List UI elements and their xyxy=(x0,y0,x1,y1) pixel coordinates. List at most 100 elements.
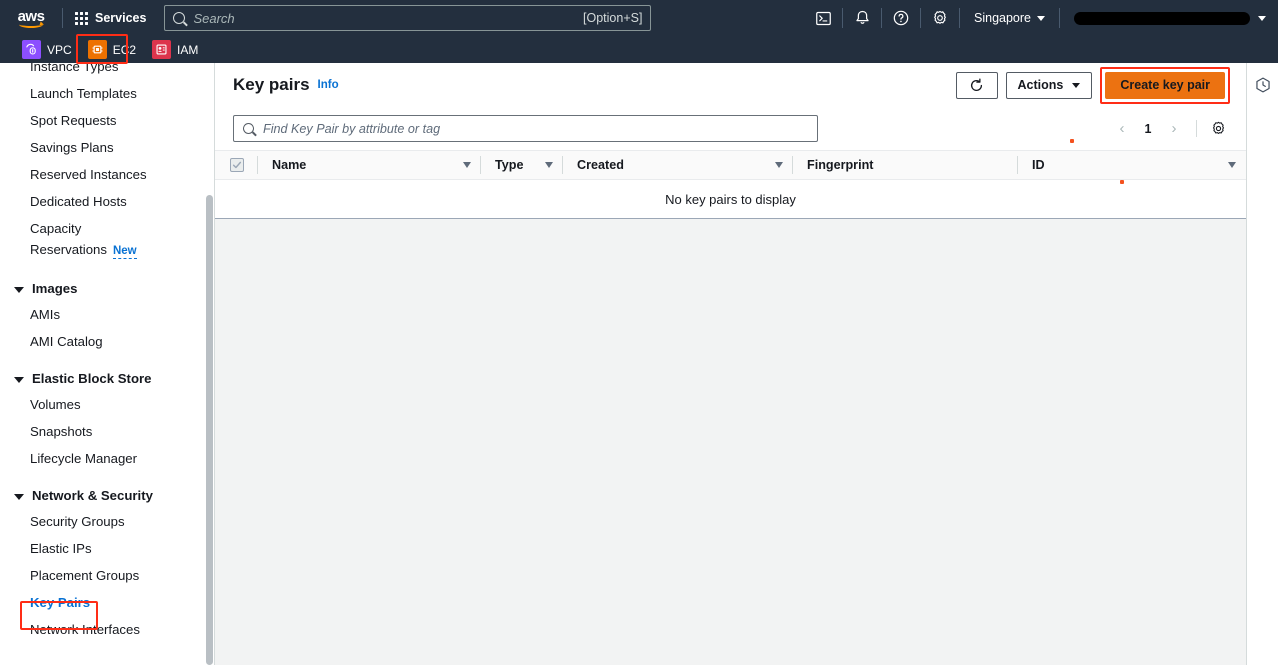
panel-header-actions: Actions Create key pair xyxy=(955,66,1230,104)
table-header-name[interactable]: Name xyxy=(258,150,481,180)
create-key-pair-annotation-box: Create key pair xyxy=(1100,66,1230,104)
ec2-sidebar-navigation: Instance Types Launch Templates Spot Req… xyxy=(0,63,204,665)
global-search-input[interactable] xyxy=(193,10,584,26)
pagination-divider xyxy=(1196,120,1197,137)
sort-descending-icon[interactable] xyxy=(463,162,471,168)
table-header-select-all[interactable] xyxy=(215,150,258,180)
sidebar-item-key-pairs[interactable]: Key Pairs xyxy=(0,589,204,616)
help-question-icon[interactable] xyxy=(882,0,920,36)
pagination-prev-button[interactable]: ‹ xyxy=(1109,116,1135,142)
sidebar-group-label: Elastic Block Store xyxy=(32,371,152,386)
sidebar-scrollbar[interactable] xyxy=(204,63,214,665)
chevron-down-icon xyxy=(14,494,24,500)
iam-service-icon xyxy=(152,40,172,59)
sidebar-item-dedicated-hosts[interactable]: Dedicated Hosts xyxy=(0,188,204,215)
pagination-controls: ‹ 1 › xyxy=(1109,116,1230,142)
shortcut-iam-label: IAM xyxy=(177,42,199,57)
aws-logo-smile xyxy=(19,21,43,28)
shortcut-ec2-label: EC2 xyxy=(112,42,137,57)
right-side-rail xyxy=(1246,63,1278,665)
ec2-service-icon xyxy=(87,40,107,59)
region-selector-button[interactable]: Singapore xyxy=(960,0,1059,36)
key-pair-search-input[interactable] xyxy=(263,121,808,136)
search-shortcut-hint: [Option+S] xyxy=(583,11,643,25)
sidebar-item-launch-templates[interactable]: Launch Templates xyxy=(0,80,204,107)
notifications-bell-icon[interactable] xyxy=(843,0,881,36)
settings-gear-icon[interactable] xyxy=(921,0,959,36)
sidebar-group-images[interactable]: Images xyxy=(0,276,204,301)
services-menu-label: Services xyxy=(95,11,147,25)
main-content-area: Key pairs Info Actions Create key pair F… xyxy=(215,63,1246,665)
sort-descending-icon[interactable] xyxy=(545,162,553,168)
aws-logo[interactable]: aws xyxy=(0,0,62,36)
column-label: ID xyxy=(1032,158,1045,172)
shortcut-vpc[interactable]: VPC xyxy=(14,36,80,63)
chevron-down-icon xyxy=(14,287,24,293)
pagination-next-button[interactable]: › xyxy=(1161,116,1187,142)
sidebar-item-placement-groups[interactable]: Placement Groups xyxy=(0,562,204,589)
vpc-service-icon xyxy=(22,40,41,59)
panel-header: Key pairs Info Actions Create key pair xyxy=(215,63,1246,107)
empty-state-message: No key pairs to display xyxy=(665,191,796,207)
table-header-id[interactable]: ID xyxy=(1018,150,1246,180)
cloudshell-icon[interactable] xyxy=(804,0,842,36)
refresh-button[interactable] xyxy=(955,71,998,99)
chevron-down-icon xyxy=(1037,15,1045,21)
sidebar-item-capacity-reservations[interactable]: Capacity Reservations New xyxy=(0,215,150,265)
sidebar-item-snapshots[interactable]: Snapshots xyxy=(0,418,204,445)
sort-descending-icon[interactable] xyxy=(1228,162,1236,168)
table-header-created[interactable]: Created xyxy=(563,150,793,180)
sidebar-item-reserved-instances[interactable]: Reserved Instances xyxy=(0,161,204,188)
search-icon xyxy=(243,123,254,134)
key-pair-search-box[interactable] xyxy=(233,115,818,142)
shortcut-iam[interactable]: IAM xyxy=(144,36,206,63)
sidebar-item-security-groups[interactable]: Security Groups xyxy=(0,508,204,535)
chevron-down-icon xyxy=(1072,82,1081,88)
sidebar-item-savings-plans[interactable]: Savings Plans xyxy=(0,134,204,161)
table-header-row: Name Type Created Fingerprint ID xyxy=(215,150,1246,180)
new-badge: New xyxy=(112,245,137,259)
top-navigation-bar: aws Services [Option+S] xyxy=(0,0,1278,36)
history-clock-icon[interactable] xyxy=(1255,77,1271,665)
sidebar-scrollbar-thumb[interactable] xyxy=(206,195,213,665)
sidebar-item-network-interfaces[interactable]: Network Interfaces xyxy=(0,616,204,643)
sidebar-item-lifecycle-manager[interactable]: Lifecycle Manager xyxy=(0,445,204,472)
sidebar-item-elastic-ips[interactable]: Elastic IPs xyxy=(0,535,204,562)
actions-dropdown-button[interactable]: Actions xyxy=(1005,71,1093,99)
account-menu-button[interactable] xyxy=(1060,0,1278,36)
key-pairs-panel: Key pairs Info Actions Create key pair F… xyxy=(215,63,1246,219)
sidebar-group-network-and-security[interactable]: Network & Security xyxy=(0,483,204,508)
create-key-pair-button[interactable]: Create key pair xyxy=(1105,71,1225,99)
sort-descending-icon[interactable] xyxy=(775,162,783,168)
chevron-down-icon xyxy=(14,377,24,383)
table-header-fingerprint[interactable]: Fingerprint xyxy=(793,150,1018,180)
create-key-pair-label: Create key pair xyxy=(1120,78,1210,92)
sidebar-item-spot-requests[interactable]: Spot Requests xyxy=(0,107,204,134)
table-empty-state: No key pairs to display xyxy=(215,180,1246,218)
table-preferences-gear-icon[interactable] xyxy=(1206,117,1230,141)
service-shortcut-bar: VPC EC2 IAM xyxy=(0,36,1278,63)
table-header-type[interactable]: Type xyxy=(481,150,563,180)
page-title: Key pairs xyxy=(233,75,310,94)
actions-button-label: Actions xyxy=(1017,78,1064,92)
search-icon xyxy=(173,12,186,24)
grid-waffle-icon xyxy=(75,11,88,25)
sidebar-item-amis[interactable]: AMIs xyxy=(0,301,204,328)
table-filter-row: ‹ 1 › xyxy=(215,107,1246,150)
refresh-icon xyxy=(971,77,983,91)
select-all-checkbox[interactable] xyxy=(229,158,244,172)
shortcut-vpc-label: VPC xyxy=(47,42,72,57)
shortcut-ec2[interactable]: EC2 xyxy=(80,36,144,63)
pagination-page-number[interactable]: 1 xyxy=(1137,122,1159,136)
global-search-box[interactable]: [Option+S] xyxy=(164,5,652,31)
account-name-redacted xyxy=(1074,11,1250,25)
sidebar-group-label: Network & Security xyxy=(32,488,153,503)
services-menu-button[interactable]: Services xyxy=(63,0,158,36)
sidebar-group-label: Images xyxy=(32,281,78,296)
region-label: Singapore xyxy=(974,11,1031,25)
sidebar-group-elastic-block-store[interactable]: Elastic Block Store xyxy=(0,366,204,391)
sidebar-item-instance-types[interactable]: Instance Types xyxy=(0,63,204,80)
info-link[interactable]: Info xyxy=(318,79,339,91)
sidebar-item-ami-catalog[interactable]: AMI Catalog xyxy=(0,328,204,355)
sidebar-item-volumes[interactable]: Volumes xyxy=(0,391,204,418)
